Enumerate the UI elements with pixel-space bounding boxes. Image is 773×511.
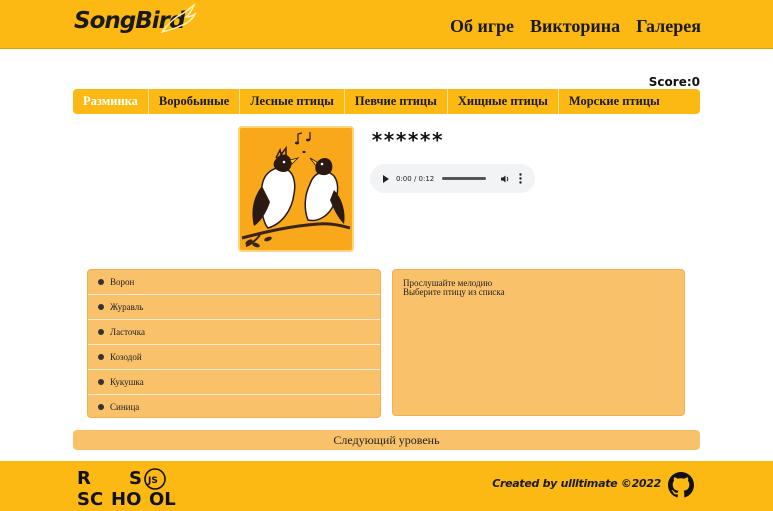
logo-letter-s: S [129, 468, 142, 489]
rs-school-logo[interactable]: R S SC HO OL JS [77, 467, 182, 507]
tab-songbirds[interactable]: Певчие птицы [343, 89, 447, 114]
logo-letters-ho: HO [111, 489, 141, 507]
play-icon[interactable] [383, 174, 389, 183]
bullet-icon [98, 404, 104, 410]
list-item[interactable]: Синица [88, 395, 380, 419]
hidden-bird-name: ****** [371, 128, 444, 152]
tab-raptors[interactable]: Хищные птицы [446, 89, 558, 114]
list-item[interactable]: Ласточка [88, 320, 380, 345]
tab-passerines[interactable]: Воробьиные [147, 89, 239, 114]
score: Score:0 [649, 75, 700, 89]
score-label: Score: [648, 75, 692, 89]
answer-label: Журавль [110, 302, 144, 312]
audio-progress-slider[interactable] [442, 177, 487, 180]
logo-letter-r: R [77, 468, 91, 489]
hidden-bird-image [238, 126, 354, 252]
audio-time: 0:00 / 0:12 [396, 174, 435, 183]
bird-logo-icon [160, 2, 197, 34]
singing-birds-illustration [240, 128, 352, 250]
answer-label: Ворон [110, 277, 135, 287]
bird-info-panel: Прослушайте мелодию Выберите птицу из сп… [392, 269, 685, 416]
list-item[interactable]: Козодой [88, 345, 380, 370]
nav-gallery[interactable]: Галерея [636, 16, 701, 37]
list-item[interactable]: Кукушка [88, 370, 380, 395]
tab-forest-birds[interactable]: Лесные птицы [239, 89, 344, 114]
more-options-icon[interactable] [519, 173, 522, 184]
info-instruction-2: Выберите птицу из списка [403, 287, 505, 297]
logo-letters-ol: OL [149, 489, 176, 507]
list-item[interactable]: Журавль [88, 295, 380, 320]
next-level-button[interactable]: Следующий уровень [73, 430, 700, 450]
bullet-icon [98, 279, 104, 285]
bullet-icon [98, 354, 104, 360]
volume-icon[interactable] [500, 174, 510, 184]
main-nav: Об игре Викторина Галерея [450, 16, 701, 37]
bullet-icon [98, 379, 104, 385]
answer-list: Ворон Журавль Ласточка Козодой Кукушка С… [87, 269, 381, 418]
header: SongBird Об игре Викторина Галерея [0, 0, 773, 49]
github-icon[interactable] [668, 472, 694, 498]
bullet-icon [98, 304, 104, 310]
nav-quiz[interactable]: Викторина [530, 16, 620, 37]
list-item[interactable]: Ворон [88, 270, 380, 295]
footer: R S SC HO OL JS Created by ullltimate ©2… [0, 461, 773, 511]
logo-letters-sc: SC [77, 489, 103, 507]
tab-seabirds[interactable]: Морские птицы [557, 89, 670, 114]
bullet-icon [98, 329, 104, 335]
answer-label: Ласточка [110, 327, 145, 337]
tab-warmup[interactable]: Разминка [73, 89, 148, 114]
audio-player: 0:00 / 0:12 [370, 164, 535, 193]
credit-text: Created by ullltimate ©2022 [492, 477, 661, 490]
score-value: 0 [691, 75, 700, 89]
logo-badge-js: JS [147, 476, 158, 486]
answer-label: Козодой [110, 352, 142, 362]
level-tabs: Разминка Воробьиные Лесные птицы Певчие … [73, 89, 700, 114]
answer-label: Кукушка [110, 377, 144, 387]
nav-about[interactable]: Об игре [450, 16, 514, 37]
answer-label: Синица [110, 402, 140, 412]
